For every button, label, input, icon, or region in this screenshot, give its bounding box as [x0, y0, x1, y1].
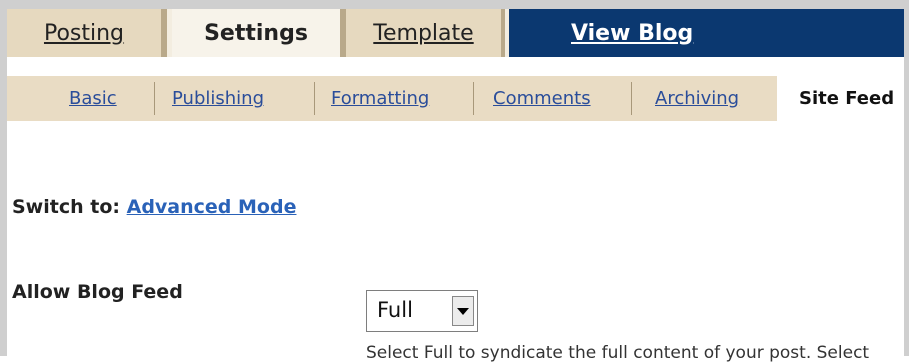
switch-label: Switch to:	[12, 196, 120, 218]
dropdown-button[interactable]	[452, 296, 474, 326]
subtab-divider	[314, 82, 315, 115]
subtab-divider	[154, 82, 155, 115]
advanced-mode-link[interactable]: Advanced Mode	[127, 196, 297, 218]
tab-settings[interactable]: Settings	[172, 9, 340, 57]
subtab-archiving[interactable]: Archiving	[655, 76, 739, 121]
subtab-formatting[interactable]: Formatting	[331, 76, 429, 121]
subtab-divider	[631, 82, 632, 115]
tab-view-blog[interactable]: View Blog	[509, 9, 904, 57]
subtab-comments[interactable]: Comments	[493, 76, 591, 121]
primary-tab-bar: Posting Settings Template View Blog	[7, 9, 904, 57]
window-edge-right	[904, 0, 909, 356]
allow-blog-feed-label: Allow Blog Feed	[12, 281, 183, 303]
switch-mode-row: Switch to: Advanced Mode	[12, 196, 296, 218]
tab-posting[interactable]: Posting	[7, 9, 167, 57]
subtab-basic[interactable]: Basic	[69, 76, 117, 121]
subtab-divider	[473, 82, 474, 115]
subtab-site-feed[interactable]: Site Feed	[799, 76, 894, 121]
blog-feed-select[interactable]: Full	[366, 290, 478, 332]
secondary-tab-bar: Basic Publishing Formatting Comments Arc…	[7, 76, 904, 121]
blog-feed-select-value: Full	[377, 298, 413, 322]
tab-view-blog-label: View Blog	[571, 20, 694, 46]
window-edge-top	[0, 0, 909, 9]
subtab-publishing[interactable]: Publishing	[172, 76, 264, 121]
tab-template[interactable]: Template	[340, 9, 505, 57]
feed-help-text: Select Full to syndicate the full conten…	[366, 343, 870, 363]
chevron-down-icon	[457, 307, 469, 315]
window-edge-left	[0, 0, 7, 356]
